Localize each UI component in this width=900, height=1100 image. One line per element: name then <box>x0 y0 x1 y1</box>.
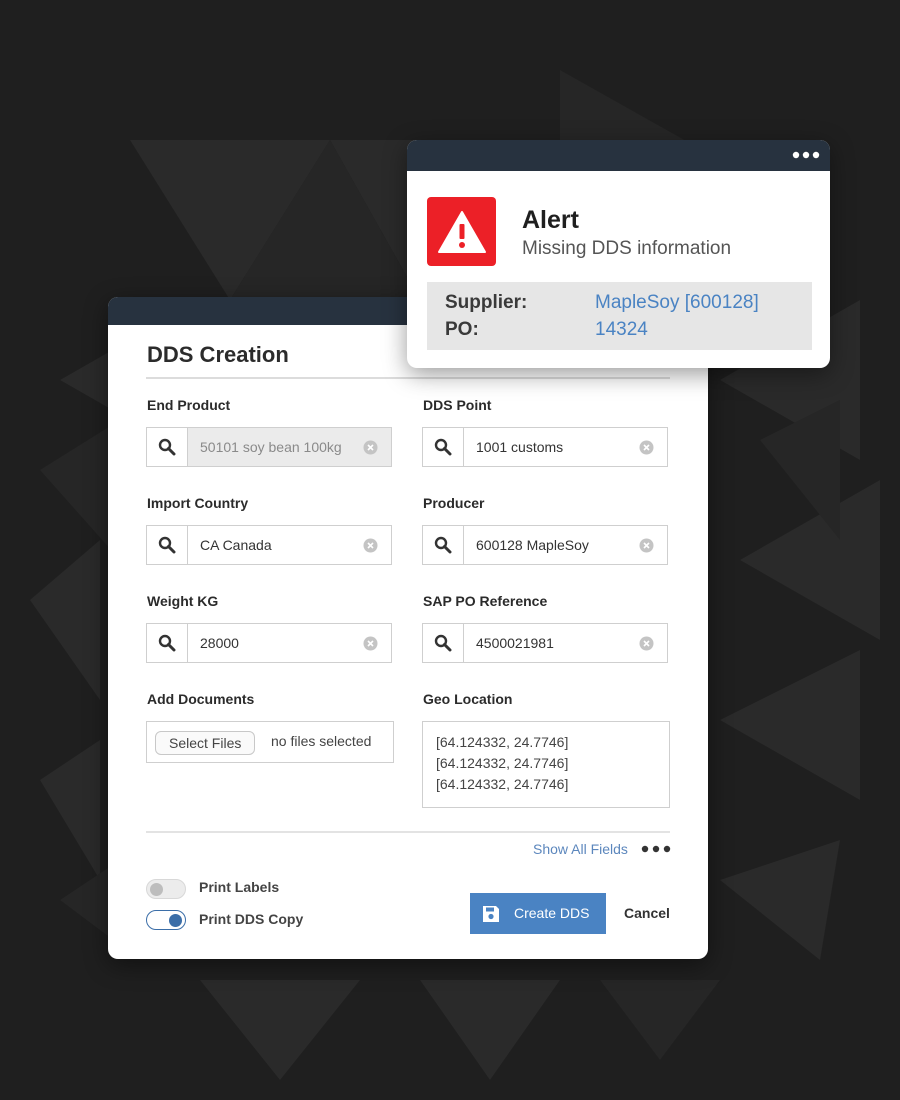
geo-location-line: [64.124332, 24.7746] <box>436 755 569 771</box>
import-country-value: CA Canada <box>200 537 272 553</box>
sap-po-reference-field[interactable]: 4500021981 <box>422 623 668 663</box>
producer-value: 600128 MapleSoy <box>476 537 589 553</box>
add-documents-label: Add Documents <box>147 691 255 707</box>
print-labels-toggle[interactable] <box>146 879 186 899</box>
select-files-button[interactable]: Select Files <box>155 731 256 755</box>
more-icon[interactable] <box>792 150 820 160</box>
po-key: PO: <box>445 319 479 340</box>
file-status: no files selected <box>271 733 372 749</box>
import-country-field[interactable]: CA Canada <box>146 525 392 565</box>
create-dds-button[interactable]: Create DDS <box>470 893 606 934</box>
clear-icon[interactable] <box>363 440 378 455</box>
print-labels-label: Print Labels <box>199 879 280 895</box>
file-input[interactable]: Select Files no files selected <box>146 721 394 763</box>
cancel-button[interactable]: Cancel <box>624 905 670 921</box>
supplier-value-link[interactable]: MapleSoy [600128] <box>595 292 759 314</box>
supplier-key: Supplier: <box>445 292 528 313</box>
create-dds-label: Create DDS <box>514 905 590 921</box>
toggle-knob <box>169 914 182 927</box>
clear-icon[interactable] <box>363 538 378 553</box>
search-icon[interactable] <box>147 624 188 662</box>
dds-creation-card: DDS Creation End Product 50101 soy bean … <box>108 297 708 959</box>
end-product-value: 50101 soy bean 100kg <box>200 439 342 455</box>
sap-po-reference-value: 4500021981 <box>476 635 554 651</box>
geo-location-textarea[interactable]: [64.124332, 24.7746] [64.124332, 24.7746… <box>422 721 670 808</box>
search-icon[interactable] <box>147 428 188 466</box>
footer-divider <box>146 831 670 833</box>
search-icon[interactable] <box>423 428 464 466</box>
producer-field[interactable]: 600128 MapleSoy <box>422 525 668 565</box>
search-icon[interactable] <box>423 624 464 662</box>
clear-icon[interactable] <box>363 636 378 651</box>
producer-label: Producer <box>423 495 485 511</box>
more-icon[interactable] <box>641 843 671 855</box>
print-dds-copy-label: Print DDS Copy <box>199 911 304 927</box>
toggle-knob <box>150 883 163 896</box>
alert-details: Supplier: MapleSoy [600128] PO: 14324 <box>427 282 812 350</box>
title-divider <box>146 377 670 379</box>
alert-title: Alert <box>522 206 579 234</box>
clear-icon[interactable] <box>639 538 654 553</box>
clear-icon[interactable] <box>639 440 654 455</box>
search-icon[interactable] <box>423 526 464 564</box>
weight-kg-field[interactable]: 28000 <box>146 623 392 663</box>
alert-message: Missing DDS information <box>522 238 732 259</box>
save-icon <box>483 906 499 922</box>
dds-point-value: 1001 customs <box>476 439 564 455</box>
alert-header-bar <box>407 140 830 171</box>
show-all-fields-link[interactable]: Show All Fields <box>533 841 628 857</box>
dds-point-field[interactable]: 1001 customs <box>422 427 668 467</box>
print-dds-copy-toggle[interactable] <box>146 910 186 930</box>
page-title: DDS Creation <box>147 342 289 367</box>
geo-location-line: [64.124332, 24.7746] <box>436 734 569 750</box>
po-value-link[interactable]: 14324 <box>595 319 648 341</box>
clear-icon[interactable] <box>639 636 654 651</box>
warning-icon <box>427 197 496 266</box>
dds-point-label: DDS Point <box>423 397 492 413</box>
import-country-label: Import Country <box>147 495 249 511</box>
alert-popup: Alert Missing DDS information Supplier: … <box>407 140 830 368</box>
geo-location-label: Geo Location <box>423 691 513 707</box>
end-product-label: End Product <box>147 397 231 413</box>
weight-kg-label: Weight KG <box>147 593 219 609</box>
search-icon[interactable] <box>147 526 188 564</box>
weight-kg-value: 28000 <box>200 635 239 651</box>
end-product-field[interactable]: 50101 soy bean 100kg <box>146 427 392 467</box>
sap-po-reference-label: SAP PO Reference <box>423 593 548 609</box>
geo-location-line: [64.124332, 24.7746] <box>436 776 569 792</box>
